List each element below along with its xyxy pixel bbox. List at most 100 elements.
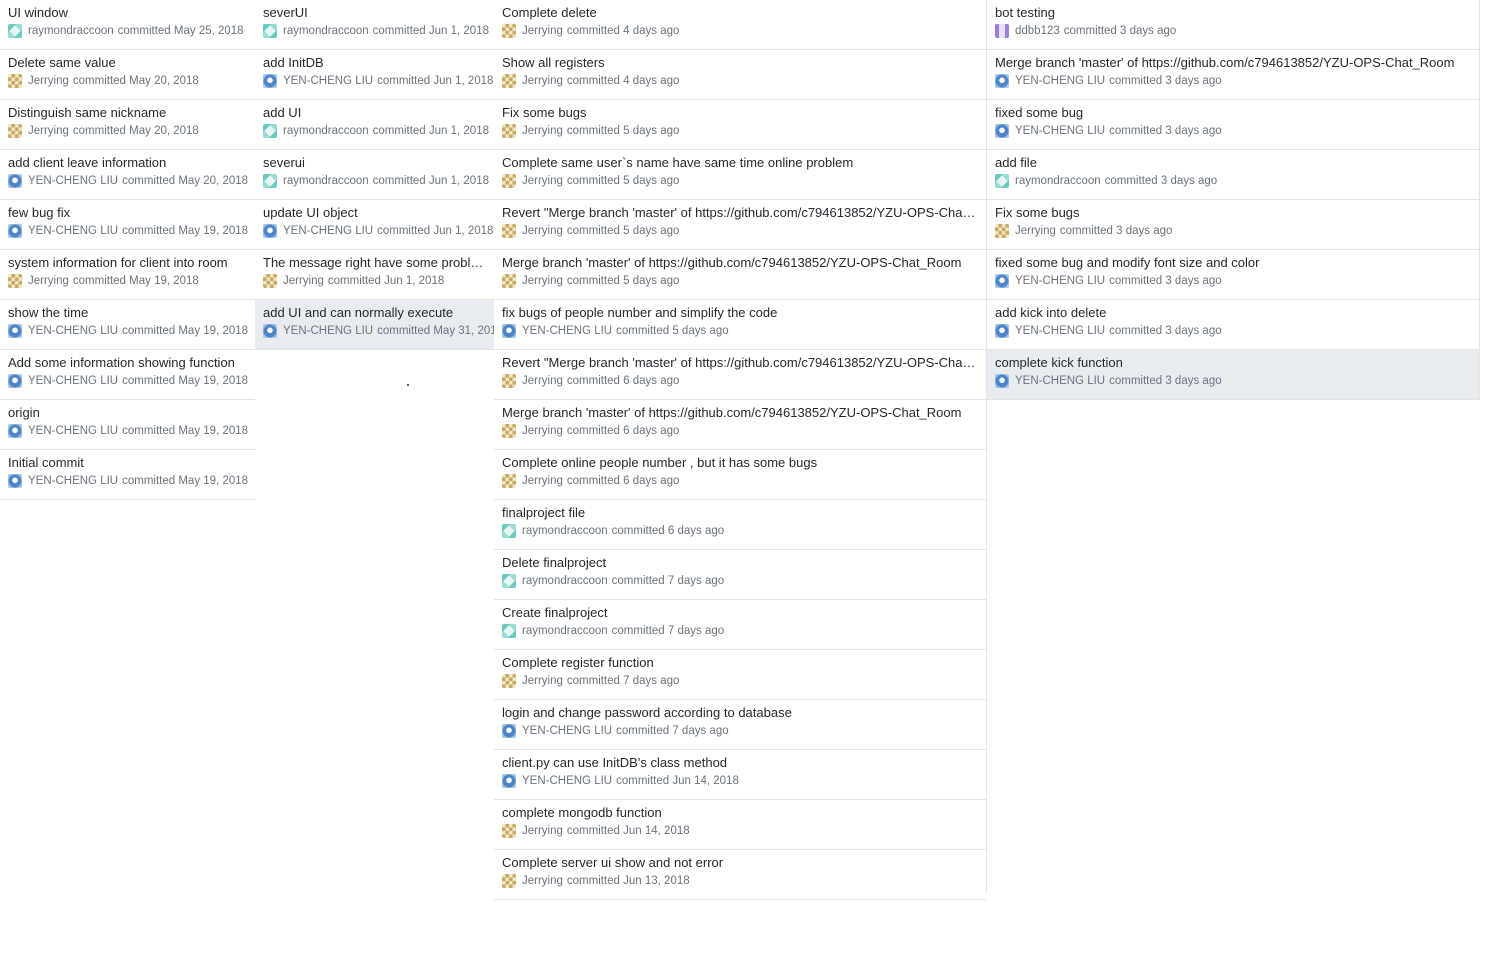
- commit-author[interactable]: YEN-CHENG LIU: [28, 174, 118, 188]
- jerrying-avatar-icon[interactable]: [995, 224, 1009, 238]
- commit-message-link[interactable]: The message right have some problem: [263, 254, 486, 271]
- commit-message-link[interactable]: complete mongodb function: [502, 804, 978, 821]
- commit-message-link[interactable]: Complete online people number , but it h…: [502, 454, 978, 471]
- commit-author[interactable]: Jerrying: [522, 174, 563, 188]
- jerrying-avatar-icon[interactable]: [502, 74, 516, 88]
- commit-author[interactable]: raymondraccoon: [283, 124, 369, 138]
- commit-message-link[interactable]: Show all registers: [502, 54, 978, 71]
- commit-message-link[interactable]: Distinguish same nickname: [8, 104, 247, 121]
- commit-message-link[interactable]: add client leave information: [8, 154, 247, 171]
- commit-row[interactable]: bot testing ddbb123 committed 3 days ago: [987, 0, 1480, 50]
- commit-message-link[interactable]: Delete same value: [8, 54, 247, 71]
- commit-row[interactable]: severUI raymondraccoon committed Jun 1, 20…: [255, 0, 494, 50]
- yen-cheng-liu-avatar-icon[interactable]: [502, 324, 516, 338]
- yen-cheng-liu-avatar-icon[interactable]: [263, 324, 277, 338]
- commit-author[interactable]: Jerrying: [28, 274, 69, 288]
- commit-row[interactable]: add client leave information YEN-CHENG LI…: [0, 150, 255, 200]
- commit-row[interactable]: complete mongodb function Jerrying committ…: [494, 800, 986, 850]
- commit-author[interactable]: raymondraccoon: [522, 624, 608, 638]
- commit-row[interactable]: Fix some bugs Jerrying committed 3 days ag…: [987, 200, 1480, 250]
- commit-message-link[interactable]: Merge branch 'master' of https://github.…: [502, 404, 978, 421]
- commit-row[interactable]: Complete delete Jerrying committed 4 days …: [494, 0, 986, 50]
- commit-message-link[interactable]: finalproject file: [502, 504, 978, 521]
- jerrying-avatar-icon[interactable]: [502, 824, 516, 838]
- commit-author[interactable]: raymondraccoon: [1015, 174, 1101, 188]
- commit-row[interactable]: Delete same value Jerrying committed May 2…: [0, 50, 255, 100]
- commit-author[interactable]: raymondraccoon: [283, 174, 369, 188]
- commit-message-link[interactable]: Merge branch 'master' of https://github.…: [502, 254, 978, 271]
- commit-row[interactable]: add kick into delete YEN-CHENG LIU committ…: [987, 300, 1480, 350]
- commit-author[interactable]: YEN-CHENG LIU: [1015, 374, 1105, 388]
- raymondraccoon-avatar-icon[interactable]: [263, 24, 277, 38]
- commit-message-link[interactable]: add kick into delete: [995, 304, 1471, 321]
- commit-message-link[interactable]: add file: [995, 154, 1471, 171]
- jerrying-avatar-icon[interactable]: [502, 174, 516, 188]
- commit-message-link[interactable]: add UI and can normally execute: [263, 304, 486, 321]
- commit-author[interactable]: Jerrying: [28, 124, 69, 138]
- commit-author[interactable]: Jerrying: [522, 874, 563, 888]
- commit-author[interactable]: YEN-CHENG LIU: [28, 374, 118, 388]
- commit-author[interactable]: Jerrying: [522, 74, 563, 88]
- commit-message-link[interactable]: fixed some bug: [995, 104, 1471, 121]
- yen-cheng-liu-avatar-icon[interactable]: [263, 74, 277, 88]
- raymondraccoon-avatar-icon[interactable]: [502, 524, 516, 538]
- commit-message-link[interactable]: Complete delete: [502, 4, 978, 21]
- commit-row[interactable]: Complete same user`s name have same time…: [494, 150, 986, 200]
- jerrying-avatar-icon[interactable]: [502, 224, 516, 238]
- commit-author[interactable]: raymondraccoon: [28, 24, 114, 38]
- commit-row[interactable]: fix bugs of people number and simplify t…: [494, 300, 986, 350]
- commit-row[interactable]: Complete server ui show and not error Jer…: [494, 850, 986, 900]
- commit-author[interactable]: YEN-CHENG LIU: [28, 424, 118, 438]
- commit-author[interactable]: YEN-CHENG LIU: [1015, 324, 1105, 338]
- commit-message-link[interactable]: add InitDB: [263, 54, 486, 71]
- commit-row[interactable]: origin YEN-CHENG LIU committed May 19, 201…: [0, 400, 255, 450]
- commit-author[interactable]: Jerrying: [522, 824, 563, 838]
- commit-message-link[interactable]: Initial commit: [8, 454, 247, 471]
- commit-message-link[interactable]: show the time: [8, 304, 247, 321]
- commit-row[interactable]: finalproject file raymondraccoon committed…: [494, 500, 986, 550]
- commit-row[interactable]: update UI object YEN-CHENG LIU committed J…: [255, 200, 494, 250]
- commit-author[interactable]: Jerrying: [522, 274, 563, 288]
- commit-row[interactable]: Distinguish same nickname Jerrying committ…: [0, 100, 255, 150]
- jerrying-avatar-icon[interactable]: [502, 124, 516, 138]
- commit-message-link[interactable]: Complete server ui show and not error: [502, 854, 978, 871]
- raymondraccoon-avatar-icon[interactable]: [263, 174, 277, 188]
- jerrying-avatar-icon[interactable]: [502, 874, 516, 888]
- commit-author[interactable]: YEN-CHENG LIU: [283, 74, 373, 88]
- jerrying-avatar-icon[interactable]: [8, 124, 22, 138]
- commit-author[interactable]: raymondraccoon: [283, 24, 369, 38]
- yen-cheng-liu-avatar-icon[interactable]: [8, 424, 22, 438]
- commit-row[interactable]: fixed some bug and modify font size and …: [987, 250, 1480, 300]
- commit-row[interactable]: add UI and can normally execute YEN-CHENG…: [255, 300, 494, 350]
- ddbb123-avatar-icon[interactable]: [995, 24, 1009, 38]
- commit-message-link[interactable]: Fix some bugs: [995, 204, 1471, 221]
- commit-message-link[interactable]: Create finalproject: [502, 604, 978, 621]
- commit-row[interactable]: Complete online people number , but it h…: [494, 450, 986, 500]
- commit-author[interactable]: ddbb123: [1015, 24, 1060, 38]
- commit-author[interactable]: YEN-CHENG LIU: [283, 324, 373, 338]
- yen-cheng-liu-avatar-icon[interactable]: [502, 774, 516, 788]
- yen-cheng-liu-avatar-icon[interactable]: [995, 324, 1009, 338]
- raymondraccoon-avatar-icon[interactable]: [502, 624, 516, 638]
- commit-message-link[interactable]: UI window: [8, 4, 247, 21]
- commit-row[interactable]: UI window raymondraccoon committed May 25,…: [0, 0, 255, 50]
- commit-author[interactable]: Jerrying: [522, 24, 563, 38]
- commit-row[interactable]: Delete finalproject raymondraccoon committ…: [494, 550, 986, 600]
- commit-row[interactable]: add InitDB YEN-CHENG LIU committed Jun 1, …: [255, 50, 494, 100]
- commit-message-link[interactable]: severui: [263, 154, 486, 171]
- yen-cheng-liu-avatar-icon[interactable]: [263, 224, 277, 238]
- commit-author[interactable]: YEN-CHENG LIU: [522, 774, 612, 788]
- jerrying-avatar-icon[interactable]: [502, 24, 516, 38]
- commit-author[interactable]: YEN-CHENG LIU: [522, 324, 612, 338]
- commit-message-link[interactable]: Fix some bugs: [502, 104, 978, 121]
- jerrying-avatar-icon[interactable]: [502, 374, 516, 388]
- commit-message-link[interactable]: bot testing: [995, 4, 1471, 21]
- commit-row[interactable]: Complete register function Jerrying commit…: [494, 650, 986, 700]
- commit-message-link[interactable]: login and change password according to d…: [502, 704, 978, 721]
- commit-author[interactable]: Jerrying: [522, 224, 563, 238]
- commit-row[interactable]: add file raymondraccoon committed 3 days a…: [987, 150, 1480, 200]
- yen-cheng-liu-avatar-icon[interactable]: [502, 724, 516, 738]
- yen-cheng-liu-avatar-icon[interactable]: [995, 374, 1009, 388]
- commit-author[interactable]: YEN-CHENG LIU: [28, 224, 118, 238]
- yen-cheng-liu-avatar-icon[interactable]: [995, 274, 1009, 288]
